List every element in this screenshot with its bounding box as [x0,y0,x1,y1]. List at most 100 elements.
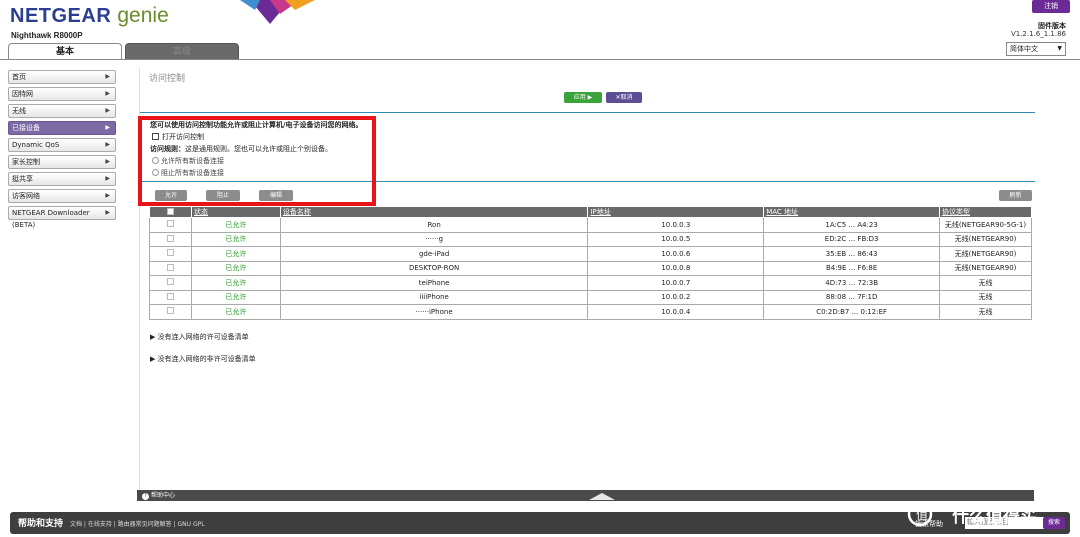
column-header-device-name[interactable]: 设备名称 [279,206,589,218]
sidebar-item-label: 挺共享 [12,175,33,183]
chevron-right-icon: ▶ [105,124,110,131]
cell-type: 无线(NETGEAR90-5G-1) [939,217,1032,233]
language-value: 简体中文 [1010,45,1038,53]
refresh-button[interactable]: 刷新 [999,190,1032,201]
watermark-text: 什么值得买 [952,506,1037,527]
sidebar-item-sharing[interactable]: 挺共享 ▶ [8,172,116,186]
row-checkbox[interactable] [166,307,174,315]
row-checkbox[interactable] [166,263,174,271]
support-title: 帮助和支持 [18,519,64,529]
select-all-header[interactable] [149,206,192,218]
cell-type: 无线 [939,289,1032,305]
cell-status: 已允许 [190,275,281,291]
sidebar-item-home[interactable]: 首页 ▶ [8,70,116,84]
cell-device-name: teiPhone [279,275,589,291]
language-select[interactable]: 简体中文 ▼ [1006,42,1066,56]
row-checkbox-cell[interactable] [149,304,192,320]
select-all-checkbox[interactable] [166,207,174,215]
chevron-right-icon: ▶ [105,141,110,148]
cell-type: 无线(NETGEAR90) [939,246,1032,262]
cell-mac: B4:9E ... F6:8E [763,260,941,276]
highlight-box [138,116,376,206]
apply-button[interactable]: 应用 ▶ [564,92,602,103]
sidebar-item-label: NETGEAR Downloader (BETA) [12,209,90,229]
row-checkbox[interactable] [166,249,174,257]
cell-status: 已允许 [190,260,281,276]
cell-device-name: gde-iPad [279,246,589,262]
cell-type: 无线 [939,304,1032,320]
row-checkbox[interactable] [166,234,174,242]
allowed-devices-expander[interactable]: ▶ 没有连入网络的许可设备清单 [150,332,249,342]
cell-ip: 10.0.0.4 [587,304,765,320]
help-center-label: 帮助中心 [151,492,176,499]
support-links[interactable]: 文档 | 在线支持 | 路由器常见问题解答 | GNU GPL [70,519,205,528]
row-checkbox-cell[interactable] [149,231,192,247]
row-checkbox-cell[interactable] [149,289,192,305]
column-header-status[interactable]: 状态 [190,206,281,218]
cell-device-name: ······iPhone [279,304,589,320]
sidebar-item-label: 已接设备 [12,124,40,132]
sidebar-item-parental-controls[interactable]: 家长控制 ▶ [8,155,116,169]
sidebar-item-internet[interactable]: 因特网 ▶ [8,87,116,101]
cell-device-name: iiiiPhone [279,289,589,305]
brand-text: NETGEAR [10,5,112,27]
cell-status: 已允许 [190,304,281,320]
column-header-type[interactable]: 协议类型 [939,206,1032,218]
chevron-right-icon: ▶ [105,158,110,165]
sidebar-item-attached-devices[interactable]: 已接设备 ▶ [8,121,116,135]
cell-device-name: Ron [279,217,589,233]
cell-type: 无线(NETGEAR90) [939,260,1032,276]
svg-text:值: 值 [916,507,928,522]
help-icon: ? [142,493,149,500]
watermark-graphic: 值 什么值得买 [907,501,1037,527]
tab-basic[interactable]: 基本 [8,43,122,60]
sidebar-item-label: 因特网 [12,90,33,98]
sidebar: 首页 ▶ 因特网 ▶ 无线 ▶ 已接设备 ▶ Dynamic QoS ▶ 家长控制 ▶ 挺共… [0,70,118,229]
cell-ip: 10.0.0.5 [587,231,765,247]
cell-type: 无线(NETGEAR90) [939,231,1032,247]
chevron-right-icon: ▶ [105,192,110,199]
column-header-mac[interactable]: MAC 地址 [763,206,941,218]
tab-advanced[interactable]: 高级 [125,43,239,60]
table-row[interactable]: 已允许 iiiiPhone 10.0.0.2 88:08 ... 7F:1D 无… [149,289,1032,305]
table-row[interactable]: 已允许 Ron 10.0.0.3 1A:C5 ... A4:23 无线(NETG… [149,217,1032,233]
row-checkbox-cell[interactable] [149,260,192,276]
sidebar-item-guest-network[interactable]: 访客网络 ▶ [8,189,116,203]
sidebar-item-label: 首页 [12,73,26,81]
firmware-version: V1.2.1.6_1.1.86 [1010,30,1066,38]
row-checkbox[interactable] [166,292,174,300]
logout-button[interactable]: 注销 [1032,0,1070,13]
sidebar-item-downloader[interactable]: NETGEAR Downloader (BETA) ▶ [8,206,116,229]
table-row[interactable]: 已允许 gde-iPad 10.0.0.6 35:EB ... 86:43 无线… [149,246,1032,262]
cell-mac: 88:08 ... 7F:1D [763,289,941,305]
divider [140,112,1035,113]
blocked-devices-expander[interactable]: ▶ 没有连入网络的非许可设备清单 [150,354,256,364]
caret-right-icon: ▶ [150,355,158,363]
row-checkbox-cell[interactable] [149,275,192,291]
table-row[interactable]: 已允许 ······iPhone 10.0.0.4 C0:2D:B7 ... 0… [149,304,1032,320]
cell-status: 已允许 [190,246,281,262]
sidebar-item-label: 访客网络 [12,192,40,200]
column-header-ip[interactable]: IP地址 [587,206,765,218]
cell-mac: C0:2D:B7 ... 0:12:EF [763,304,941,320]
sidebar-item-label: 无线 [12,107,26,115]
chevron-down-icon: ▼ [1057,45,1062,52]
cancel-button[interactable]: ✕取消 [606,92,642,103]
chevron-right-icon: ▶ [105,73,110,80]
cell-mac: 35:EB ... 86:43 [763,246,941,262]
table-row[interactable]: 已允许 ······g 10.0.0.5 ED:2C ... FB:D3 无线(… [149,231,1032,247]
expand-up-icon[interactable] [589,493,615,500]
cell-ip: 10.0.0.2 [587,289,765,305]
cell-status: 已允许 [190,217,281,233]
decoration-graphic [240,0,315,24]
sidebar-item-wireless[interactable]: 无线 ▶ [8,104,116,118]
table-row[interactable]: 已允许 DESKTOP-RON 10.0.0.8 B4:9E ... F6:8E… [149,260,1032,276]
row-checkbox-cell[interactable] [149,246,192,262]
row-checkbox[interactable] [166,220,174,228]
sidebar-item-dynamic-qos[interactable]: Dynamic QoS ▶ [8,138,116,152]
row-checkbox-cell[interactable] [149,217,192,233]
row-checkbox[interactable] [166,278,174,286]
cell-device-name: DESKTOP-RON [279,260,589,276]
cell-mac: ED:2C ... FB:D3 [763,231,941,247]
table-row[interactable]: 已允许 teiPhone 10.0.0.7 4D:73 ... 72:3B 无线 [149,275,1032,291]
